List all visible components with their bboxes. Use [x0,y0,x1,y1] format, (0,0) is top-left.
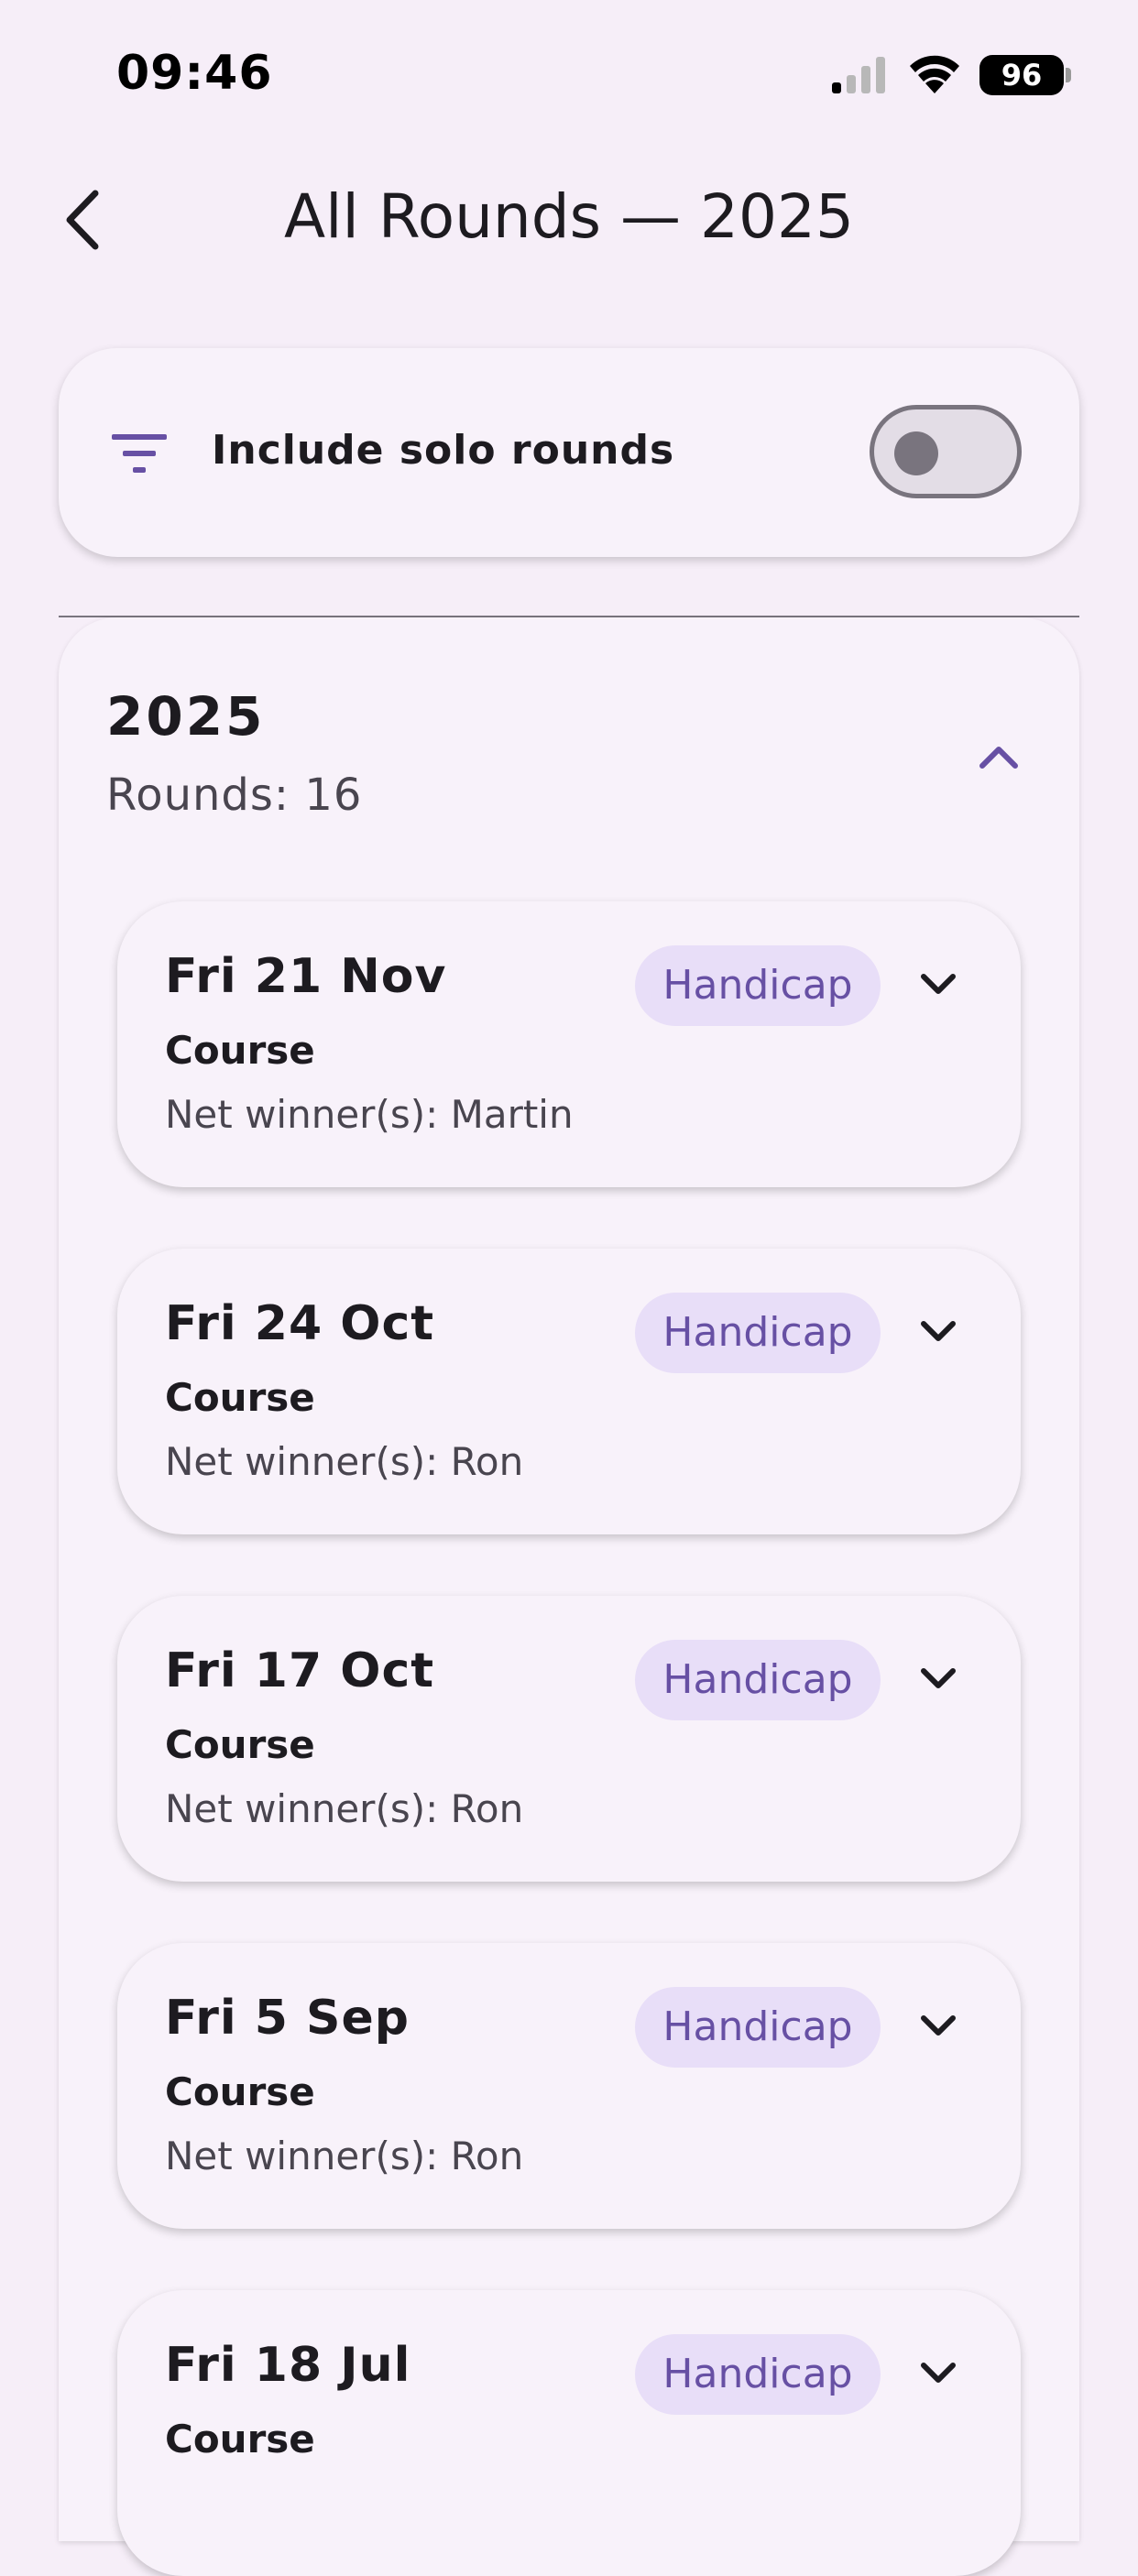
round-card[interactable]: Fri 21 Nov Course Net winner(s): Martin … [117,901,1021,1187]
round-winner: Net winner(s): Ron [165,2134,524,2178]
round-course: Course [165,2417,315,2461]
round-card[interactable]: Fri 18 Jul Course Handicap [117,2290,1021,2576]
round-card[interactable]: Fri 5 Sep Course Net winner(s): Ron Hand… [117,1943,1021,2229]
chevron-down-icon[interactable] [914,2007,962,2044]
battery-indicator: 96 [979,55,1064,95]
filter-icon [112,434,167,473]
cellular-signal-icon [832,57,885,93]
handicap-badge: Handicap [635,1640,881,1720]
page-title: All Rounds — 2025 [284,181,854,252]
round-date: Fri 17 Oct [165,1643,435,1698]
round-date: Fri 5 Sep [165,1991,410,2046]
battery-nub [1066,68,1071,82]
round-winner: Net winner(s): Ron [165,1786,524,1831]
wifi-icon [910,55,959,93]
include-solo-label: Include solo rounds [212,427,675,474]
round-course: Course [165,2069,315,2114]
chevron-up-icon[interactable] [971,733,1026,779]
chevron-down-icon[interactable] [914,2354,962,2391]
status-time: 09:46 [116,46,273,101]
round-course: Course [165,1028,315,1073]
round-date: Fri 24 Oct [165,1296,435,1351]
round-winner: Net winner(s): Martin [165,1092,574,1137]
handicap-badge: Handicap [635,1293,881,1373]
round-course: Course [165,1722,315,1767]
toggle-knob [894,431,938,475]
handicap-badge: Handicap [635,1987,881,2068]
chevron-down-icon[interactable] [914,1660,962,1697]
round-card[interactable]: Fri 24 Oct Course Net winner(s): Ron Han… [117,1249,1021,1534]
round-card[interactable]: Fri 17 Oct Course Net winner(s): Ron Han… [117,1596,1021,1882]
chevron-down-icon[interactable] [914,1313,962,1349]
handicap-badge: Handicap [635,945,881,1026]
status-bar: 09:46 96 [0,0,1138,147]
round-winner: Net winner(s): Ron [165,1439,524,1484]
year-title: 2025 [106,685,266,748]
include-solo-toggle[interactable] [870,405,1022,498]
handicap-badge: Handicap [635,2334,881,2415]
round-date: Fri 21 Nov [165,949,447,1004]
chevron-down-icon[interactable] [914,966,962,1002]
round-date: Fri 18 Jul [165,2338,411,2393]
rounds-count: Rounds: 16 [106,770,363,821]
round-course: Course [165,1375,315,1420]
